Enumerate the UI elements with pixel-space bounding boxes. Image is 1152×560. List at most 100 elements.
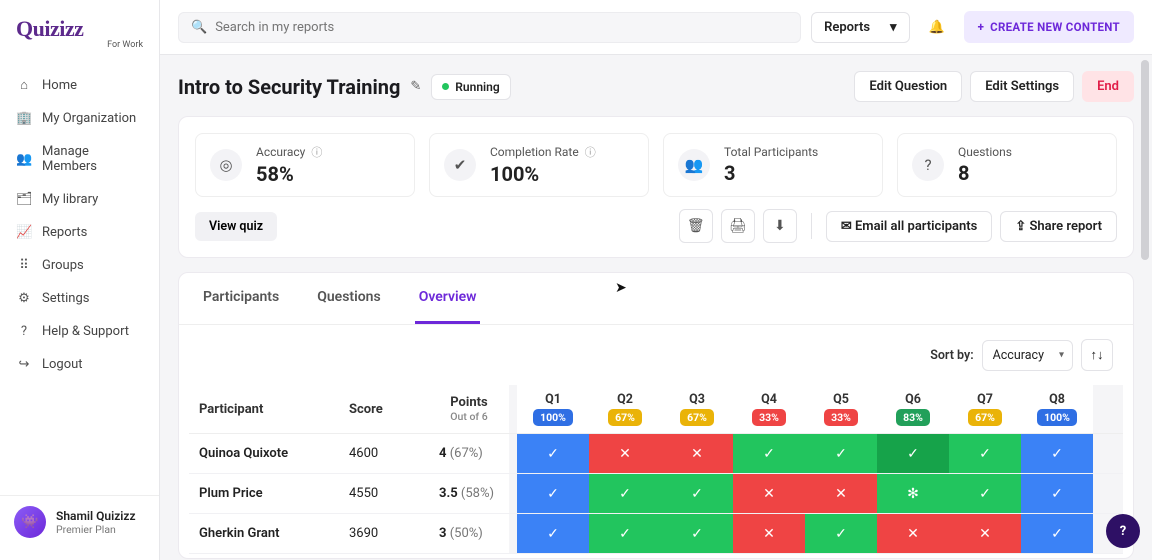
q-pct-badge: 83% bbox=[896, 409, 930, 426]
check-icon: ✓ bbox=[949, 474, 1021, 513]
brand-logo[interactable]: Quizizz For Work bbox=[0, 12, 159, 64]
answer-cell[interactable]: ✕ bbox=[877, 514, 949, 554]
reports-dropdown[interactable]: Reports ▾ bbox=[811, 12, 910, 43]
check-icon: ✓ bbox=[949, 434, 1021, 473]
answer-cell[interactable]: ✻ bbox=[877, 474, 949, 514]
download-icon-button[interactable]: ⬇ bbox=[763, 209, 797, 243]
table-row[interactable]: Plum Price45503.5 (58%)✓✓✓✕✕✻✓✓ bbox=[189, 474, 1123, 514]
sidebar-item-logout[interactable]: ↪Logout bbox=[0, 348, 159, 381]
answer-cell[interactable]: ✕ bbox=[949, 514, 1021, 554]
col-q4[interactable]: Q433% bbox=[733, 385, 805, 434]
stat-questions: ?Questions8 bbox=[897, 133, 1117, 197]
cell-participant: Quinoa Quixote bbox=[189, 434, 339, 474]
sort-direction-button[interactable]: ↑↓ bbox=[1081, 339, 1113, 371]
cell-points: 4 (67%) bbox=[429, 434, 509, 474]
cell-participant: Gherkin Grant bbox=[189, 514, 339, 554]
cell-score: 4550 bbox=[339, 474, 429, 514]
table-row[interactable]: Quinoa Quixote46004 (67%)✓✕✕✓✓✓✓✓ bbox=[189, 434, 1123, 474]
q-pct-badge: 33% bbox=[824, 409, 858, 426]
answer-cell[interactable]: ✕ bbox=[661, 434, 733, 474]
cell-score: 4600 bbox=[339, 434, 429, 474]
answer-cell[interactable]: ✓ bbox=[661, 514, 733, 554]
sort-select[interactable]: Accuracy bbox=[982, 340, 1073, 371]
info-icon[interactable]: ⓘ bbox=[585, 144, 596, 160]
create-content-button[interactable]: + CREATE NEW CONTENT bbox=[964, 11, 1134, 43]
tab-overview[interactable]: Overview bbox=[415, 273, 481, 324]
answer-cell[interactable]: ✓ bbox=[517, 514, 589, 554]
answer-cell[interactable]: ✓ bbox=[805, 434, 877, 474]
help-fab[interactable]: ? bbox=[1106, 514, 1140, 548]
answer-cell[interactable]: ✓ bbox=[805, 514, 877, 554]
answer-cell[interactable]: ✓ bbox=[949, 474, 1021, 514]
q-pct-badge: 100% bbox=[1037, 409, 1077, 426]
scrollbar[interactable] bbox=[1141, 60, 1149, 260]
answer-cell[interactable]: ✓ bbox=[517, 434, 589, 474]
avatar: 👾 bbox=[14, 506, 46, 538]
chevron-down-icon: ▾ bbox=[890, 20, 897, 35]
sidebar-item-home[interactable]: ⌂Home bbox=[0, 68, 159, 102]
print-icon-button[interactable]: 🖨 bbox=[721, 209, 755, 243]
check-icon: ✓ bbox=[805, 434, 877, 473]
col-q2[interactable]: Q267% bbox=[589, 385, 661, 434]
col-q3[interactable]: Q367% bbox=[661, 385, 733, 434]
sidebar-item-groups[interactable]: ⠿Groups bbox=[0, 249, 159, 282]
search-box[interactable]: 🔍 bbox=[178, 12, 801, 43]
nav-icon: ⚙ bbox=[16, 291, 32, 306]
user-card[interactable]: 👾 Shamil Quizizz Premier Plan bbox=[0, 495, 159, 548]
answer-cell[interactable]: ✓ bbox=[661, 474, 733, 514]
sidebar-item-manage-members[interactable]: 👥Manage Members bbox=[0, 135, 159, 183]
col-q6[interactable]: Q683% bbox=[877, 385, 949, 434]
sidebar-item-help-support[interactable]: ?Help & Support bbox=[0, 315, 159, 348]
share-report-button[interactable]: ⇪ Share report bbox=[1000, 211, 1117, 242]
tab-questions[interactable]: Questions bbox=[313, 273, 384, 324]
sidebar-item-my-library[interactable]: 🗂My library bbox=[0, 183, 159, 216]
answer-cell[interactable]: ✓ bbox=[1021, 434, 1093, 474]
cross-icon: ✕ bbox=[949, 514, 1021, 553]
q-name: Q3 bbox=[663, 392, 731, 407]
q-name: Q5 bbox=[807, 392, 875, 407]
col-participant[interactable]: Participant bbox=[189, 385, 339, 434]
answer-cell[interactable]: ✓ bbox=[517, 474, 589, 514]
answer-cell[interactable]: ✓ bbox=[1021, 514, 1093, 554]
q-name: Q4 bbox=[735, 392, 803, 407]
answer-cell[interactable]: ✕ bbox=[589, 434, 661, 474]
col-q7[interactable]: Q767% bbox=[949, 385, 1021, 434]
answer-cell[interactable]: ✓ bbox=[733, 434, 805, 474]
info-icon[interactable]: ⓘ bbox=[311, 144, 322, 160]
email-participants-label: Email all participants bbox=[855, 219, 977, 234]
answer-cell[interactable]: ✓ bbox=[589, 474, 661, 514]
answer-cell[interactable]: ✕ bbox=[733, 514, 805, 554]
check-icon: ✓ bbox=[589, 514, 661, 553]
q-pct-badge: 67% bbox=[608, 409, 642, 426]
share-icon: ⇪ bbox=[1015, 219, 1026, 234]
edit-title-icon[interactable]: ✎ bbox=[410, 79, 421, 94]
q-pct-badge: 33% bbox=[752, 409, 786, 426]
delete-icon-button[interactable]: 🗑 bbox=[679, 209, 713, 243]
status-label: Running bbox=[455, 80, 499, 94]
sidebar-item-my-organization[interactable]: 🏢My Organization bbox=[0, 102, 159, 135]
answer-cell[interactable]: ✓ bbox=[949, 434, 1021, 474]
table-row[interactable]: Gherkin Grant36903 (50%)✓✓✓✕✓✕✕✓ bbox=[189, 514, 1123, 554]
col-q1[interactable]: Q1100% bbox=[517, 385, 589, 434]
search-input[interactable] bbox=[215, 20, 788, 35]
check-icon: ✓ bbox=[661, 474, 733, 513]
email-participants-button[interactable]: ✉ Email all participants bbox=[826, 211, 993, 242]
answer-cell[interactable]: ✓ bbox=[589, 514, 661, 554]
notifications-icon[interactable]: 🔔 bbox=[920, 10, 954, 44]
answer-cell[interactable]: ✓ bbox=[1021, 474, 1093, 514]
col-q8[interactable]: Q8100% bbox=[1021, 385, 1093, 434]
end-button[interactable]: End bbox=[1082, 71, 1134, 102]
col-points[interactable]: Points Out of 6 bbox=[429, 385, 509, 434]
view-quiz-button[interactable]: View quiz bbox=[195, 212, 277, 241]
answer-cell[interactable]: ✕ bbox=[805, 474, 877, 514]
sidebar-item-settings[interactable]: ⚙Settings bbox=[0, 282, 159, 315]
col-q5[interactable]: Q533% bbox=[805, 385, 877, 434]
col-score[interactable]: Score bbox=[339, 385, 429, 434]
edit-settings-button[interactable]: Edit Settings bbox=[970, 71, 1074, 102]
answer-cell[interactable]: ✓ bbox=[877, 434, 949, 474]
answer-cell[interactable]: ✕ bbox=[733, 474, 805, 514]
sidebar-item-reports[interactable]: 📈Reports bbox=[0, 216, 159, 249]
edit-question-button[interactable]: Edit Question bbox=[854, 71, 962, 102]
q-pct-badge: 67% bbox=[680, 409, 714, 426]
tab-participants[interactable]: Participants bbox=[199, 273, 283, 324]
